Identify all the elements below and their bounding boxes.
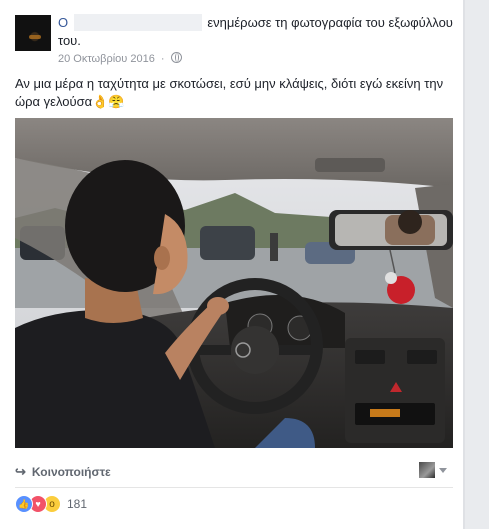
like-icon: 👍	[15, 495, 33, 513]
author-name[interactable]: Ο	[58, 15, 68, 30]
post-photo[interactable]	[15, 118, 453, 448]
redacted-name	[73, 14, 202, 31]
share-label: Κοινοποιήστε	[31, 465, 111, 479]
post-meta: 20 Οκτωβρίου 2016 ·	[58, 52, 182, 65]
share-icon: ↪	[15, 464, 26, 479]
card-edge	[463, 0, 465, 529]
reaction-count[interactable]: 181	[67, 497, 87, 511]
post-card: Ο ενημέρωσε τη φωτογραφία του εξωφύλλου …	[0, 0, 464, 529]
caret-down-icon	[439, 467, 447, 473]
globe-icon[interactable]	[170, 52, 182, 63]
post-actions: ↪ Κοινοποιήστε	[15, 462, 453, 482]
reactions-summary[interactable]: 👍 ♥ o 181	[15, 494, 87, 514]
audience-selector[interactable]	[419, 462, 447, 478]
post-date[interactable]: 20 Οκτωβρίου 2016	[58, 53, 155, 65]
post-status-text: Αν μια μέρα η ταχύτητα με σκοτώσει, εσύ …	[15, 76, 444, 109]
post-header: Ο ενημέρωσε τη φωτογραφία του εξωφύλλου …	[58, 14, 458, 50]
car-interior-image	[15, 118, 453, 448]
profile-avatar[interactable]	[15, 15, 51, 51]
meta-separator: ·	[160, 53, 165, 65]
divider	[15, 487, 453, 488]
share-button[interactable]: ↪ Κοινοποιήστε	[15, 462, 111, 482]
viewer-avatar	[419, 462, 435, 478]
